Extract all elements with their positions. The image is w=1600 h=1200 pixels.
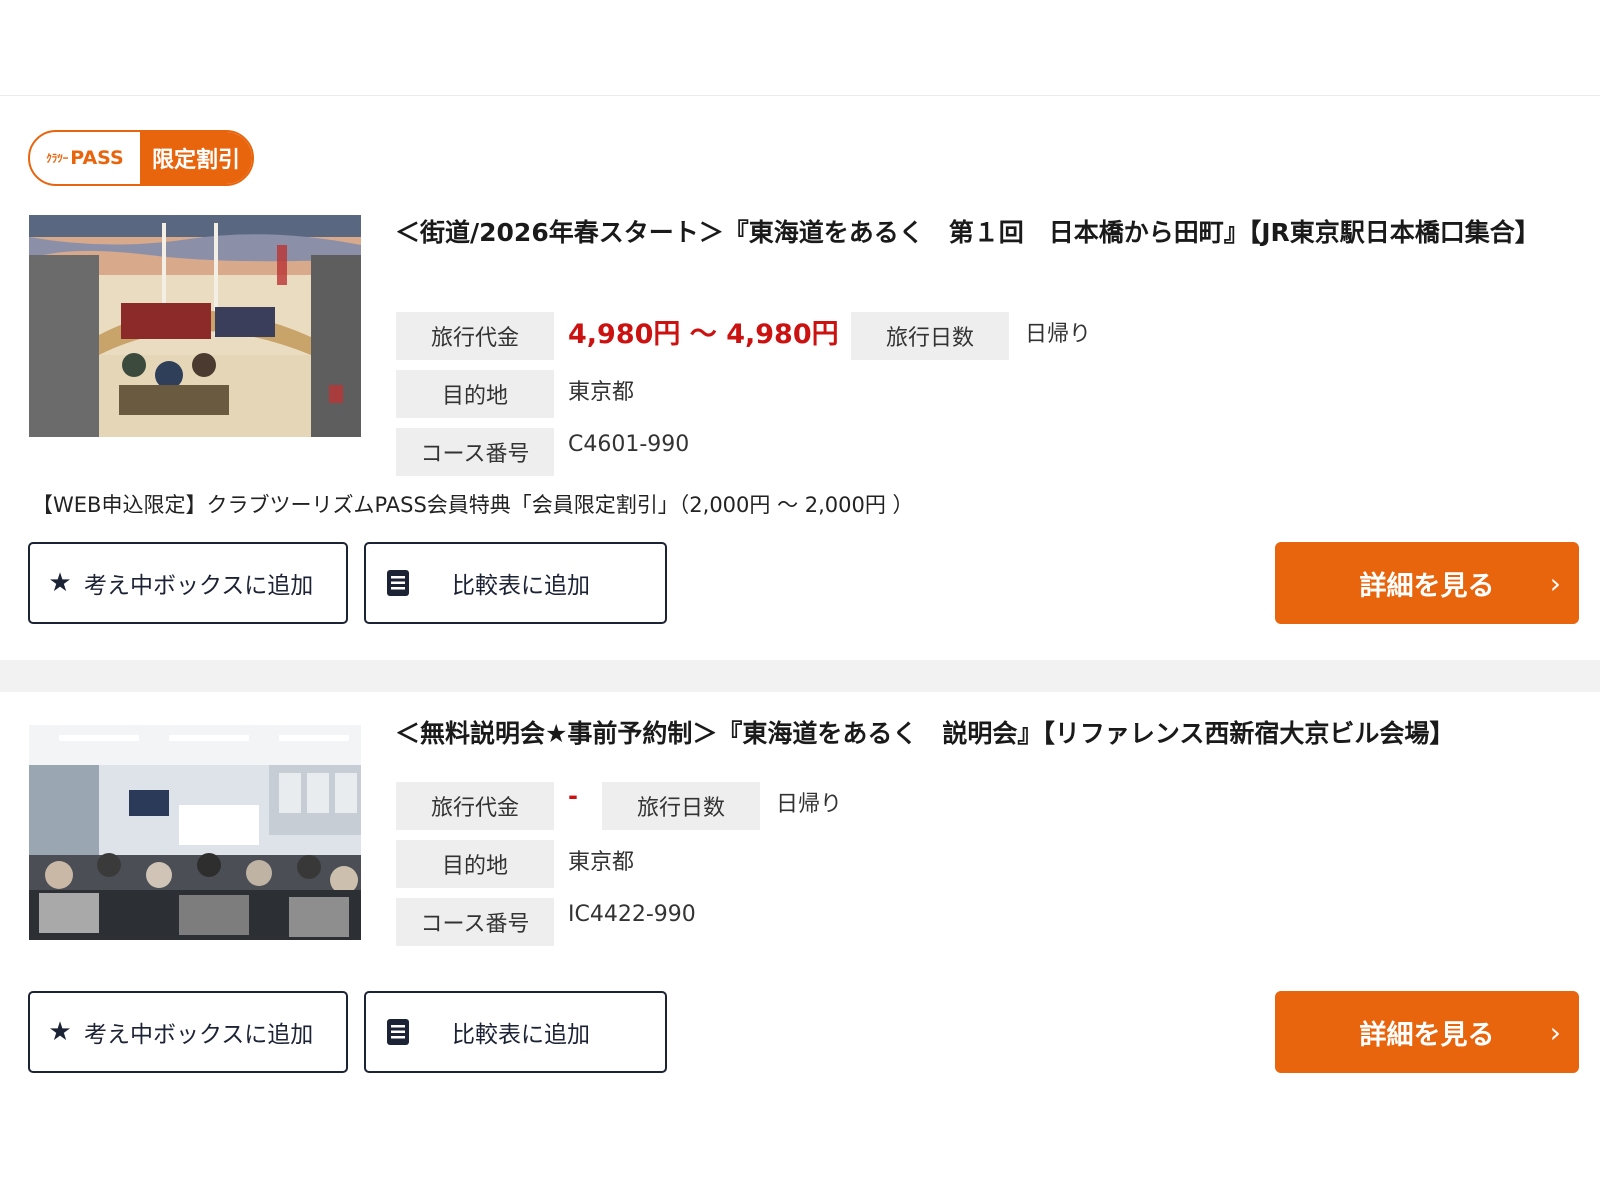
- days-value: 日帰り: [1025, 322, 1092, 347]
- tour-card: ｸﾗﾂｰ PASS 限定割引 ＜街道/2026年春スタート＞『東海道をあるく 第…: [0, 97, 1600, 660]
- days-label: 旅行日数: [851, 312, 1009, 360]
- view-details-button[interactable]: 詳細を見る ›: [1275, 542, 1579, 624]
- price-label: 旅行代金: [396, 312, 554, 360]
- add-to-favorites-button[interactable]: ★ 考え中ボックスに追加: [28, 991, 348, 1073]
- details-button-label: 詳細を見る: [1359, 1019, 1495, 1051]
- list-icon: [384, 1018, 412, 1046]
- tour-image-seminar[interactable]: [29, 725, 361, 940]
- info-row-price: 旅行代金 4,980円 ～ 4,980円 旅行日数 日帰り: [396, 312, 1091, 370]
- list-icon: [384, 569, 412, 597]
- destination-value: 東京都: [568, 380, 635, 405]
- destination-label: 目的地: [396, 840, 554, 888]
- favorites-button-label: 考え中ボックスに追加: [84, 573, 314, 599]
- tour-title[interactable]: ＜無料説明会★事前予約制＞『東海道をあるく 説明会』【リファレンス西新宿大京ビル…: [395, 714, 1575, 753]
- course-no-label: コース番号: [396, 428, 554, 476]
- info-row-price: 旅行代金 - 旅行日数 日帰り: [396, 782, 842, 840]
- limited-discount-tag: 限定割引: [140, 132, 253, 184]
- chevron-right-icon: ›: [1549, 566, 1561, 600]
- tour-info-table: 旅行代金 - 旅行日数 日帰り 目的地 東京都 コース番号 IC4422-990: [396, 782, 842, 956]
- destination-label: 目的地: [396, 370, 554, 418]
- destination-value: 東京都: [568, 850, 635, 875]
- star-icon: ★: [48, 1017, 72, 1047]
- add-to-favorites-button[interactable]: ★ 考え中ボックスに追加: [28, 542, 348, 624]
- price-value: 4,980円 ～ 4,980円: [568, 319, 839, 350]
- course-no-value: C4601-990: [568, 432, 690, 457]
- top-strip: [0, 0, 1600, 96]
- tour-image-nihonbashi[interactable]: [29, 215, 361, 437]
- tour-info-table: 旅行代金 4,980円 ～ 4,980円 旅行日数 日帰り 目的地 東京都 コー…: [396, 312, 1091, 486]
- info-row-destination: 目的地 東京都: [396, 840, 842, 898]
- card-separator: [0, 660, 1600, 692]
- compare-button-label: 比較表に追加: [452, 1022, 590, 1048]
- add-to-compare-button[interactable]: 比較表に追加: [364, 542, 667, 624]
- tour-title[interactable]: ＜街道/2026年春スタート＞『東海道をあるく 第１回 日本橋から田町』【JR東…: [395, 213, 1575, 252]
- details-button-label: 詳細を見る: [1359, 570, 1495, 602]
- course-no-label: コース番号: [396, 898, 554, 946]
- days-value: 日帰り: [776, 792, 843, 817]
- info-row-course: コース番号 IC4422-990: [396, 898, 842, 956]
- compare-button-label: 比較表に追加: [452, 573, 590, 599]
- pass-discount-badge: ｸﾗﾂｰ PASS 限定割引: [28, 130, 255, 186]
- club-pass-logo: ｸﾗﾂｰ PASS: [46, 147, 124, 169]
- add-to-compare-button[interactable]: 比較表に追加: [364, 991, 667, 1073]
- star-icon: ★: [48, 568, 72, 598]
- info-row-destination: 目的地 東京都: [396, 370, 1091, 428]
- info-row-course: コース番号 C4601-990: [396, 428, 1091, 486]
- course-no-value: IC4422-990: [568, 902, 696, 927]
- price-value: -: [568, 782, 578, 810]
- favorites-button-label: 考え中ボックスに追加: [84, 1022, 314, 1048]
- days-label: 旅行日数: [602, 782, 760, 830]
- price-label: 旅行代金: [396, 782, 554, 830]
- member-discount-note: 【WEB申込限定】クラブツーリズムPASS会員特典「会員限定割引」（2,000円…: [32, 493, 914, 517]
- view-details-button[interactable]: 詳細を見る ›: [1275, 991, 1579, 1073]
- tour-card: ＜無料説明会★事前予約制＞『東海道をあるく 説明会』【リファレンス西新宿大京ビル…: [0, 692, 1600, 1200]
- chevron-right-icon: ›: [1549, 1015, 1561, 1049]
